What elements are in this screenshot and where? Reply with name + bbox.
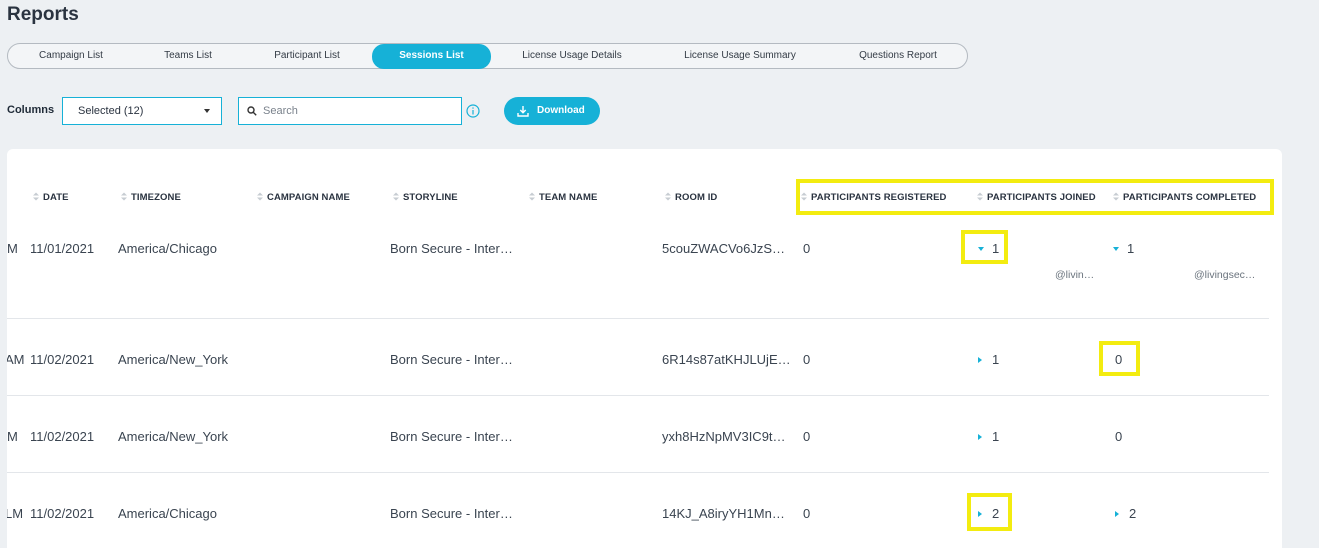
header-room-id-label: ROOM ID bbox=[675, 192, 718, 203]
cell-completed[interactable]: 1 bbox=[1113, 241, 1134, 256]
joined-participant-email: @livin… bbox=[1055, 269, 1095, 281]
tab-license-usage-summary[interactable]: License Usage Summary bbox=[653, 44, 827, 68]
caret-right-icon bbox=[978, 434, 982, 440]
header-participants-completed[interactable]: PARTICIPANTS COMPLETED bbox=[1113, 192, 1256, 203]
cell-completed-value: 2 bbox=[1129, 506, 1137, 521]
search-icon bbox=[247, 106, 257, 116]
columns-select[interactable]: Selected (12) bbox=[62, 97, 222, 125]
cell-timezone: America/Chicago bbox=[118, 506, 217, 521]
download-label: Download bbox=[537, 105, 585, 116]
header-storyline[interactable]: STORYLINE bbox=[393, 192, 458, 203]
cell-timezone: America/New_York bbox=[118, 429, 229, 444]
cell-joined[interactable]: 2 bbox=[978, 506, 999, 521]
header-participants-completed-label: PARTICIPANTS COMPLETED bbox=[1123, 192, 1257, 203]
caret-down-icon bbox=[204, 109, 210, 113]
row-divider bbox=[7, 318, 1269, 319]
cell-room-id: 6R14s87atKHJLUjE… bbox=[662, 352, 791, 367]
cell-storyline: Born Secure - Inter… bbox=[390, 352, 513, 367]
cell-joined[interactable]: 1 bbox=[978, 241, 999, 256]
header-date-label: DATE bbox=[43, 192, 69, 203]
cell-storyline: Born Secure - Inter… bbox=[390, 506, 513, 521]
cell-joined-value: 2 bbox=[992, 506, 1000, 521]
cell-registered: 0 bbox=[803, 429, 811, 444]
header-timezone[interactable]: TIMEZONE bbox=[121, 192, 181, 203]
caret-right-icon bbox=[978, 511, 982, 517]
header-participants-joined-label: PARTICIPANTS JOINED bbox=[987, 192, 1096, 203]
sort-icon bbox=[393, 192, 399, 201]
caret-right-icon bbox=[978, 357, 982, 363]
header-timezone-label: TIMEZONE bbox=[131, 192, 181, 203]
caret-right-icon bbox=[1115, 511, 1119, 517]
header-team-name-label: TEAM NAME bbox=[539, 192, 598, 203]
cell-registered: 0 bbox=[803, 352, 811, 367]
page-title: Reports bbox=[7, 4, 79, 25]
cell-date: 11/01/2021 bbox=[30, 241, 95, 256]
cell-completed: 0 bbox=[1115, 352, 1123, 367]
cell-date: 11/02/2021 bbox=[30, 352, 95, 367]
columns-select-value: Selected (12) bbox=[78, 105, 144, 117]
cell-time: M bbox=[7, 429, 18, 444]
cell-completed: 0 bbox=[1115, 429, 1123, 444]
tab-license-usage-details[interactable]: License Usage Details bbox=[491, 44, 653, 68]
report-tabs: Campaign List Teams List Participant Lis… bbox=[7, 43, 968, 69]
cell-completed-value: 1 bbox=[1127, 241, 1135, 256]
completed-participant-email: @livingsec… bbox=[1194, 269, 1256, 281]
tab-campaign-list[interactable]: Campaign List bbox=[8, 44, 134, 68]
header-team-name[interactable]: TEAM NAME bbox=[529, 192, 597, 203]
sort-icon bbox=[257, 192, 263, 201]
header-participants-registered-label: PARTICIPANTS REGISTERED bbox=[811, 192, 947, 203]
cell-date: 11/02/2021 bbox=[30, 429, 95, 444]
header-participants-registered[interactable]: PARTICIPANTS REGISTERED bbox=[801, 192, 947, 203]
cell-joined-value: 1 bbox=[992, 352, 1000, 367]
sessions-table: DATE TIMEZONE CAMPAIGN NAME STORYLINE TE… bbox=[7, 149, 1282, 548]
tab-teams-list[interactable]: Teams List bbox=[134, 44, 242, 68]
cell-joined-value: 1 bbox=[992, 241, 1000, 256]
download-button[interactable]: Download bbox=[504, 97, 600, 125]
download-icon bbox=[517, 106, 529, 117]
cell-registered: 0 bbox=[803, 506, 811, 521]
header-participants-joined[interactable]: PARTICIPANTS JOINED bbox=[977, 192, 1096, 203]
search-box[interactable] bbox=[238, 97, 462, 125]
sort-icon bbox=[121, 192, 127, 201]
cell-room-id: yxh8HzNpMV3IC9t… bbox=[662, 429, 786, 444]
cell-joined[interactable]: 1 bbox=[978, 352, 999, 367]
cell-time: LM bbox=[7, 506, 24, 521]
caret-down-icon bbox=[1113, 247, 1119, 251]
columns-label: Columns bbox=[7, 104, 55, 116]
sort-icon bbox=[33, 192, 39, 201]
sort-icon bbox=[801, 192, 807, 201]
cell-storyline: Born Secure - Inter… bbox=[390, 241, 513, 256]
sort-icon bbox=[1113, 192, 1119, 201]
sort-icon bbox=[529, 192, 535, 201]
cell-room-id: 14KJ_A8iryYH1Mn… bbox=[662, 506, 785, 521]
tab-participant-list[interactable]: Participant List bbox=[242, 44, 372, 68]
cell-completed[interactable]: 2 bbox=[1115, 506, 1136, 521]
cell-storyline: Born Secure - Inter… bbox=[390, 429, 513, 444]
row-divider bbox=[7, 472, 1269, 473]
tab-sessions-list[interactable]: Sessions List bbox=[372, 44, 491, 69]
cell-joined[interactable]: 1 bbox=[978, 429, 999, 444]
cell-joined-value: 1 bbox=[992, 429, 1000, 444]
search-input[interactable] bbox=[263, 101, 453, 121]
row-divider bbox=[7, 395, 1269, 396]
cell-time: M bbox=[7, 241, 18, 256]
header-storyline-label: STORYLINE bbox=[403, 192, 458, 203]
sort-icon bbox=[665, 192, 671, 201]
header-campaign-name[interactable]: CAMPAIGN NAME bbox=[257, 192, 350, 203]
header-date[interactable]: DATE bbox=[33, 192, 69, 203]
cell-date: 11/02/2021 bbox=[30, 506, 95, 521]
cell-room-id: 5couZWACVo6JzS… bbox=[662, 241, 786, 256]
cell-time: AM bbox=[7, 352, 25, 367]
header-campaign-name-label: CAMPAIGN NAME bbox=[267, 192, 350, 203]
info-icon[interactable] bbox=[466, 104, 480, 118]
header-room-id[interactable]: ROOM ID bbox=[665, 192, 717, 203]
caret-down-icon bbox=[978, 247, 984, 251]
cell-registered: 0 bbox=[803, 241, 811, 256]
sort-icon bbox=[977, 192, 983, 201]
cell-timezone: America/Chicago bbox=[118, 241, 217, 256]
tab-questions-report[interactable]: Questions Report bbox=[827, 44, 969, 68]
cell-timezone: America/New_York bbox=[118, 352, 229, 367]
